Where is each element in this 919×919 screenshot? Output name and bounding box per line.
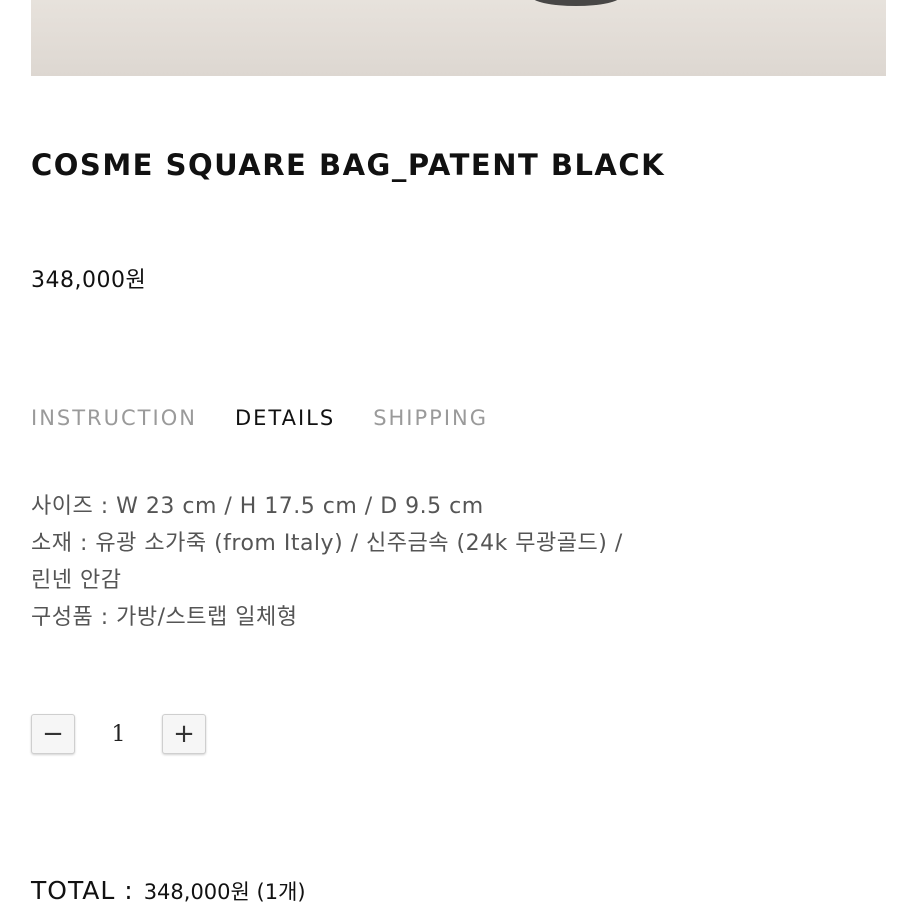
quantity-stepper: − 1 + xyxy=(31,714,206,754)
quantity-increase-button[interactable]: + xyxy=(162,714,206,754)
minus-icon: − xyxy=(42,719,64,749)
details-components: 구성품 : 가방/스트랩 일체형 xyxy=(31,605,298,630)
tab-details[interactable]: DETAILS xyxy=(235,406,335,430)
tab-instruction[interactable]: INSTRUCTION xyxy=(31,406,197,430)
product-price: 348,000원 xyxy=(31,268,147,293)
details-lining: 린넨 안감 xyxy=(31,568,122,593)
tab-shipping[interactable]: SHIPPING xyxy=(373,406,488,430)
details-size: 사이즈 : W 23 cm / H 17.5 cm / D 9.5 cm xyxy=(31,494,484,519)
product-image xyxy=(31,0,886,76)
details-material: 소재 : 유광 소가죽 (from Italy) / 신주금속 (24k 무광골… xyxy=(31,531,623,556)
total-summary: TOTAL : 348,000원 (1개) xyxy=(31,876,306,906)
product-title: COSME SQUARE BAG_PATENT BLACK xyxy=(31,148,666,182)
quantity-decrease-button[interactable]: − xyxy=(31,714,75,754)
info-tabs: INSTRUCTION DETAILS SHIPPING xyxy=(31,406,526,430)
quantity-value: 1 xyxy=(111,721,126,747)
total-label: TOTAL : xyxy=(31,876,134,905)
details-panel: 사이즈 : W 23 cm / H 17.5 cm / D 9.5 cm 소재 … xyxy=(31,488,623,636)
bag-image-part xyxy=(531,0,621,6)
plus-icon: + xyxy=(173,719,195,749)
total-value: 348,000원 (1개) xyxy=(143,880,306,904)
